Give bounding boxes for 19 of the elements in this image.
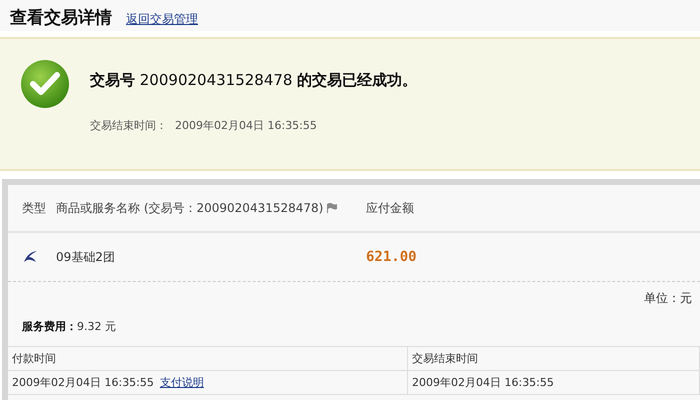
unit-label: 单位：元 [644, 291, 692, 305]
page-title: 查看交易详情 [10, 7, 112, 29]
column-header: 类型 [21, 200, 47, 216]
column-header: 应付金额 [366, 200, 414, 216]
success-message: 交易号 2009020431528478 的交易已经成功。 [90, 71, 418, 90]
end-time: 2009年02月04日 16:35:55 [408, 371, 700, 395]
checkmark-icon [20, 59, 70, 109]
column-header: 商品或服务名称 (交易号：2009020431528478) [56, 200, 324, 216]
column-header: 付款时间 [8, 347, 408, 371]
end-time-label: 交易结束时间： [90, 118, 167, 133]
payment-time: 2009年02月04日 16:35:55 [12, 376, 154, 389]
flag-icon [326, 203, 338, 213]
column-header: 交易结束时间 [408, 347, 700, 371]
payment-info-link[interactable]: 支付说明 [160, 376, 204, 389]
back-link[interactable]: 返回交易管理 [126, 11, 198, 28]
item-name: 09基础2团 [56, 248, 116, 266]
end-time: 2009年02月04日 16:35:55 [175, 118, 317, 133]
amount: 621.00 [366, 249, 417, 265]
service-fee: 服务费用：9.32 元 [20, 319, 117, 334]
